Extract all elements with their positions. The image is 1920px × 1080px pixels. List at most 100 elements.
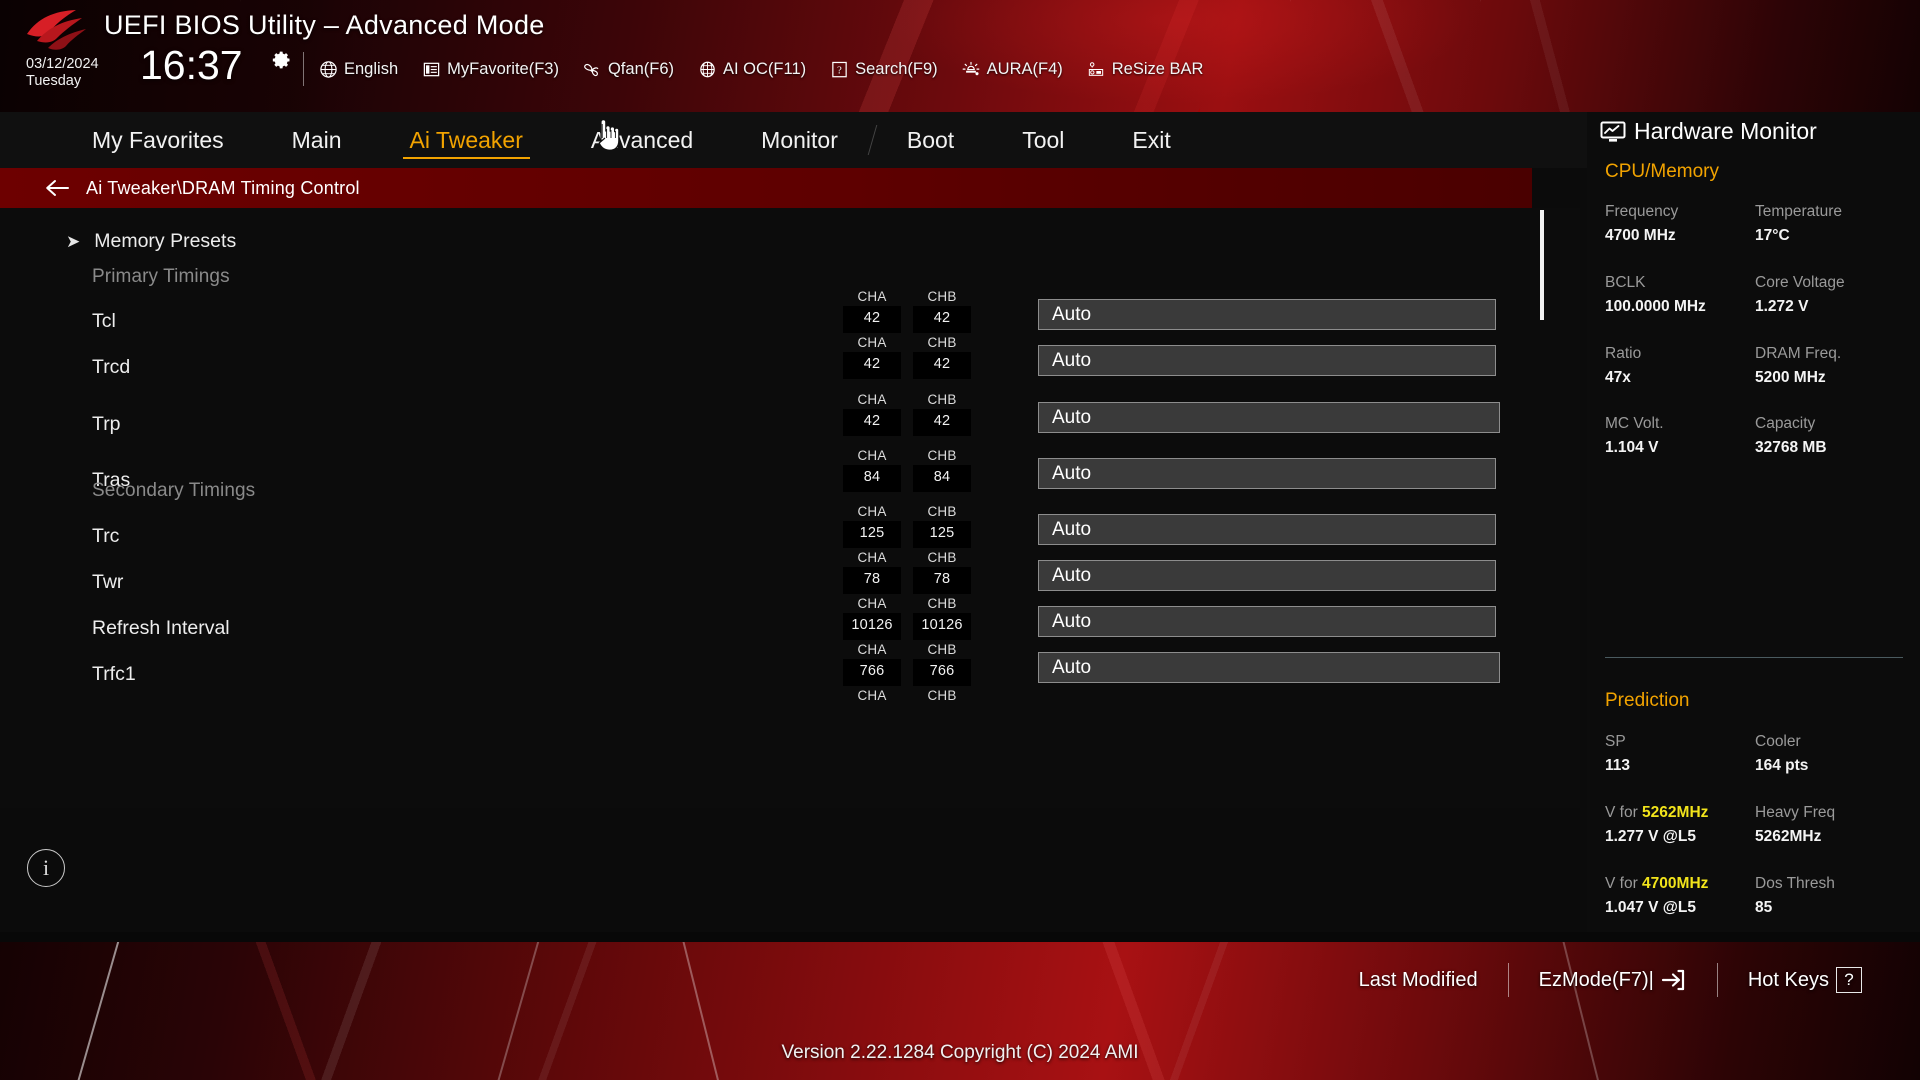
metric-label-prefix: V for: [1605, 874, 1643, 892]
tab-my-favorites[interactable]: My Favorites: [58, 112, 258, 168]
toolbar-item-aioc[interactable]: AI OC(F11): [697, 59, 817, 79]
toolbar-item-aura[interactable]: AURA(F4): [961, 59, 1074, 79]
setting-row-twr: Twr CHA 78 CHB 78 Auto: [0, 550, 1530, 609]
gear-icon[interactable]: [272, 50, 292, 70]
weekday-text: Tuesday: [26, 73, 82, 90]
setting-value-input[interactable]: Auto: [1038, 402, 1500, 433]
setting-value-input[interactable]: Auto: [1038, 345, 1496, 376]
section-heading-secondary-timings: Secondary Timings: [92, 480, 256, 501]
tab-monitor[interactable]: Monitor: [727, 112, 872, 168]
channel-a-header: CHA: [857, 392, 887, 407]
channel-a-value: 42: [843, 409, 901, 436]
setting-value-input[interactable]: Auto: [1038, 514, 1496, 545]
metric-value: 113: [1605, 757, 1631, 775]
channel-values: CHA 125 CHB 125: [843, 503, 971, 548]
rog-logo-icon: [27, 10, 86, 50]
breadcrumb[interactable]: Ai Tweaker\DRAM Timing Control: [0, 168, 1532, 208]
svg-text:?: ?: [837, 65, 842, 76]
channel-values: CHA CHB: [843, 687, 971, 705]
setting-label: Trc: [92, 525, 120, 547]
channel-a-header: CHA: [857, 550, 887, 565]
metric-label: Temperature: [1755, 203, 1843, 220]
back-arrow-icon[interactable]: [44, 178, 70, 198]
channel-values: CHA 42 CHB 42: [843, 391, 971, 436]
sidebar-row: MC Volt. 1.104 V Capacity 32768 MB: [1605, 412, 1905, 461]
setting-value-input[interactable]: Auto: [1038, 560, 1496, 591]
info-icon[interactable]: i: [27, 849, 65, 887]
toolbar-label-resizebar: ReSize BAR: [1111, 59, 1204, 78]
last-modified-button[interactable]: Last Modified: [1329, 969, 1508, 992]
menu-item-memory-presets[interactable]: ➤ Memory Presets: [0, 218, 1530, 264]
sidebar-group-cpu-memory: CPU/Memory: [1605, 161, 1720, 182]
setting-value-input[interactable]: Auto: [1038, 458, 1496, 489]
metric-value: 1.047 V @L5: [1605, 898, 1696, 916]
channel-a: CHA 766: [843, 641, 901, 686]
fan-icon: [582, 59, 602, 79]
toolbar-label-language: English: [344, 59, 399, 78]
sidebar-cell: Dos Thresh 85: [1755, 872, 1905, 921]
channel-b-header: CHB: [927, 335, 957, 350]
channel-a-header: CHA: [857, 335, 887, 350]
page-title: UEFI BIOS Utility – Advanced Mode: [104, 10, 545, 40]
channel-values: CHA 10126 CHB 10126: [843, 595, 971, 640]
hot-keys-button[interactable]: Hot Keys ?: [1718, 967, 1892, 993]
tab-ai-tweaker[interactable]: Ai Tweaker: [376, 112, 557, 168]
tab-tool[interactable]: Tool: [988, 112, 1098, 168]
setting-row-trp: Trp CHA 42 CHB 42 Auto: [0, 392, 1530, 451]
toolbar-item-resizebar[interactable]: ReSize BAR: [1086, 59, 1215, 79]
section-heading-primary-timings: Primary Timings: [92, 266, 230, 287]
channel-b-value: 42: [913, 409, 971, 436]
sidebar-cell: DRAM Freq. 5200 MHz: [1755, 342, 1905, 391]
metric-value: 164 pts: [1755, 757, 1809, 775]
channel-a: CHA 42: [843, 334, 901, 379]
tab-boot[interactable]: Boot: [873, 112, 988, 168]
toolbar-item-qfan[interactable]: Qfan(F6): [582, 59, 685, 79]
setting-value-input[interactable]: Auto: [1038, 606, 1496, 637]
ezmode-button[interactable]: EzMode(F7)|: [1509, 968, 1717, 992]
toolbar-item-myfavorite[interactable]: MyFavorite(F3): [421, 59, 570, 79]
channel-b-header: CHB: [927, 642, 957, 657]
hardware-monitor-panel: Hardware Monitor CPU/Memory Frequency 47…: [1587, 112, 1920, 932]
setting-value-input[interactable]: Auto: [1038, 299, 1496, 330]
toolbar-item-search[interactable]: ? Search(F9): [829, 59, 949, 79]
channel-a-value: 78: [843, 567, 901, 594]
sidebar-cell: Ratio 47x: [1605, 342, 1755, 391]
metric-label: Heavy Freq: [1755, 803, 1836, 821]
aura-light-icon: [961, 59, 981, 79]
bios-screen: UEFI BIOS Utility – Advanced Mode 03/12/…: [0, 0, 1920, 1080]
setting-row-partial: CHA CHB: [0, 688, 1530, 747]
submenu-arrow-icon: ➤: [66, 231, 81, 251]
setting-label: Trfc1: [92, 663, 136, 685]
channel-b: CHB: [913, 687, 971, 705]
toolbar-label-aura: AURA(F4): [986, 59, 1063, 78]
sidebar-row: V for 5262MHz 1.277 V @L5 Heavy Freq 526…: [1605, 801, 1905, 850]
tab-main[interactable]: Main: [258, 112, 376, 168]
toolbar-item-language[interactable]: English: [318, 59, 409, 79]
bottom-divider: [0, 932, 1920, 942]
channel-b: CHB 42: [913, 288, 971, 333]
metric-value: 4700 MHz: [1605, 227, 1676, 245]
metric-label: Cooler: [1755, 733, 1801, 750]
metric-label: Ratio: [1605, 344, 1642, 362]
sidebar-cell: Capacity 32768 MB: [1755, 412, 1905, 461]
content-scrollbar-thumb[interactable]: [1540, 210, 1544, 320]
setting-label: Trcd: [92, 356, 131, 378]
metric-value: 5200 MHz: [1755, 368, 1826, 386]
metric-value: 17°C: [1755, 227, 1790, 245]
sidebar-group-prediction: Prediction: [1605, 690, 1690, 711]
sidebar-cell: Temperature 17°C: [1755, 200, 1905, 249]
hot-keys-label: Hot Keys: [1747, 968, 1829, 991]
tab-advanced[interactable]: Advanced: [557, 112, 727, 168]
metric-label: Frequency: [1605, 203, 1679, 220]
metric-label-highlight: 4700MHz: [1642, 874, 1709, 892]
channel-b: CHB 766: [913, 641, 971, 686]
toolbar-label-myfavorite: MyFavorite(F3): [447, 59, 559, 78]
sidebar-cell: BCLK 100.0000 MHz: [1605, 271, 1755, 320]
metric-label: V for 4700MHz: [1605, 872, 1755, 896]
setting-value-input[interactable]: Auto: [1038, 652, 1500, 683]
channel-a: CHA: [843, 687, 901, 705]
channel-b: CHB 10126: [913, 595, 971, 640]
tab-exit[interactable]: Exit: [1098, 112, 1204, 168]
channel-a-header: CHA: [857, 448, 887, 463]
setting-row-trc: Trc CHA 125 CHB 125 Auto: [0, 504, 1530, 563]
